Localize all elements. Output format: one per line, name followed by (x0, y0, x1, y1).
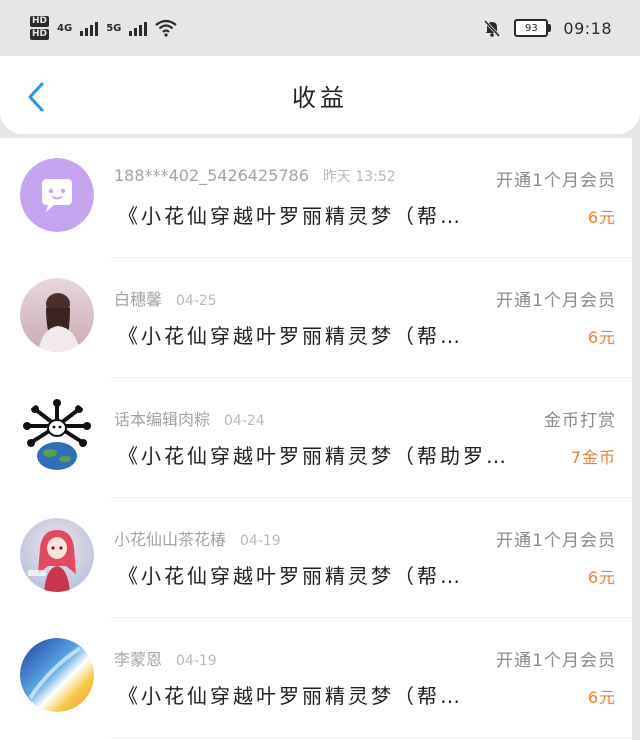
cartoon-planet (20, 398, 94, 472)
book-title[interactable]: 《小花仙穿越叶罗丽精灵梦（帮… (118, 320, 518, 349)
record-type: 开通1个月会员 (496, 291, 616, 311)
divider (110, 737, 632, 738)
list-item[interactable]: 话本编辑肉粽 04-24 金币打赏 《小花仙穿越叶罗丽精灵梦（帮助罗… 7金币 (0, 378, 632, 498)
record-date: 04-19 (176, 653, 217, 669)
anime-girl (20, 518, 94, 592)
abstract-gradient (20, 638, 94, 712)
list-item[interactable]: 小花仙山茶花椿 04-19 开通1个月会员 《小花仙穿越叶罗丽精灵梦（帮… 6元 (0, 498, 632, 618)
record-amount: 6元 (587, 208, 616, 227)
book-title[interactable]: 《小花仙穿越叶罗丽精灵梦（帮助罗… (118, 440, 518, 469)
avatar[interactable] (20, 638, 94, 712)
record-amount: 6元 (587, 568, 616, 587)
avatar[interactable] (20, 278, 94, 352)
sender-row: 188***402_5426425786 昨天 13:52 (114, 166, 396, 186)
record-date: 昨天 13:52 (322, 169, 396, 185)
battery-icon: 93 (514, 19, 552, 37)
page-title: 收益 (292, 83, 348, 112)
record-type: 金币打赏 (544, 411, 616, 431)
list-item[interactable]: 白穗馨 04-25 开通1个月会员 《小花仙穿越叶罗丽精灵梦（帮… 6元 (0, 258, 632, 378)
hd-bottom-label: HD (30, 29, 50, 40)
sender-row: 白穗馨 04-25 (114, 286, 217, 310)
clock-time: 09:18 (563, 18, 612, 38)
purple-chat-icon (20, 158, 94, 232)
battery-level: 93 (514, 19, 549, 37)
book-title[interactable]: 《小花仙穿越叶罗丽精灵梦（帮… (118, 680, 518, 709)
avatar[interactable] (20, 398, 94, 472)
avatar[interactable] (20, 518, 94, 592)
book-title[interactable]: 《小花仙穿越叶罗丽精灵梦（帮… (118, 560, 518, 589)
list-item[interactable]: 李蒙恩 04-19 开通1个月会员 《小花仙穿越叶罗丽精灵梦（帮… 6元 (0, 618, 632, 738)
signal-bars-icon (80, 20, 99, 36)
status-left: HD HD 4G 5G (30, 15, 178, 41)
record-amount: 6元 (587, 328, 616, 347)
earnings-list: 188***402_5426425786 昨天 13:52 开通1个月会员 《小… (0, 138, 632, 740)
record-type: 开通1个月会员 (496, 171, 616, 191)
hd-top-label: HD (30, 16, 50, 27)
girl-photo (20, 278, 94, 352)
signal-bars-icon-2 (129, 20, 148, 36)
chevron-left-icon (28, 82, 44, 112)
book-title[interactable]: 《小花仙穿越叶罗丽精灵梦（帮… (118, 200, 518, 229)
sender-row: 李蒙恩 04-19 (114, 646, 217, 670)
sender-row: 话本编辑肉粽 04-24 (114, 406, 265, 430)
scroll-edge (632, 138, 640, 740)
hd-indicator: HD HD (30, 15, 50, 41)
network-4g-label: 4G (57, 22, 73, 34)
nav-header: 收益 (0, 56, 640, 134)
network-5g-label: 5G (106, 22, 122, 34)
back-button[interactable] (22, 80, 50, 114)
status-right: 93 09:18 (482, 18, 612, 38)
sender-name: 188***402_5426425786 (114, 166, 309, 185)
sender-name: 小花仙山茶花椿 (114, 530, 227, 549)
status-bar: HD HD 4G 5G 93 09:18 (0, 0, 640, 56)
record-date: 04-25 (176, 293, 217, 309)
sender-name: 白穗馨 (114, 290, 163, 309)
sender-name: 话本编辑肉粽 (114, 410, 211, 429)
avatar[interactable] (20, 158, 94, 232)
list-item[interactable]: 188***402_5426425786 昨天 13:52 开通1个月会员 《小… (0, 138, 632, 258)
sender-name: 李蒙恩 (114, 650, 163, 669)
record-amount: 7金币 (570, 448, 616, 467)
record-date: 04-24 (224, 413, 265, 429)
record-type: 开通1个月会员 (496, 531, 616, 551)
wifi-icon (155, 19, 178, 37)
record-type: 开通1个月会员 (496, 651, 616, 671)
bell-muted-icon (484, 19, 501, 38)
record-amount: 6元 (587, 688, 616, 707)
sender-row: 小花仙山茶花椿 04-19 (114, 526, 281, 550)
record-date: 04-19 (240, 533, 281, 549)
